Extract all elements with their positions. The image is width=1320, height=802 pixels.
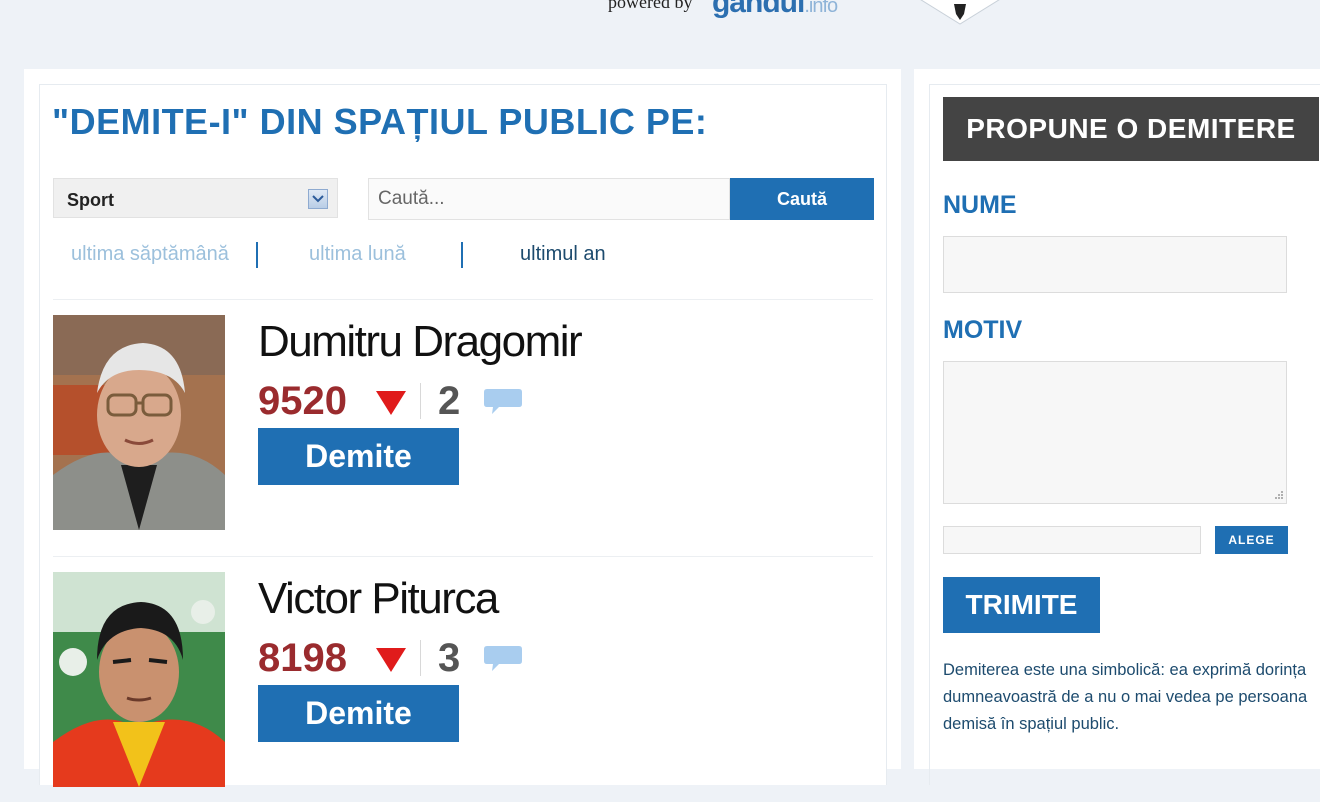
tie-icon — [920, 0, 1000, 25]
proposal-form: PROPUNE O DEMITERE NUME MOTIV ALEGE TRIM… — [929, 84, 1320, 785]
person-card: Victor Piturca 8198 3 Demite — [53, 572, 873, 802]
ranking-panel: "DEMITE-I" DIN SPAȚIUL PUBLIC PE: Sport … — [24, 69, 901, 787]
form-note: Demiterea este una simbolică: ea exprimă… — [943, 661, 1308, 733]
comment-bubble-icon[interactable] — [483, 644, 523, 674]
person-stats: 9520 2 — [258, 379, 658, 423]
search-input[interactable] — [368, 178, 730, 220]
divider — [53, 299, 873, 300]
period-last-year[interactable]: ultimul an — [520, 243, 606, 266]
motiv-field[interactable] — [943, 361, 1287, 504]
powered-by-text: powered by — [608, 0, 693, 12]
person-name[interactable]: Dumitru Dragomir — [258, 317, 583, 367]
stat-separator — [420, 640, 421, 676]
dismiss-count: 8198 — [258, 636, 347, 680]
person-photo[interactable] — [53, 572, 225, 787]
search-button[interactable]: Caută — [730, 178, 874, 220]
thumb-down-arrow-icon — [376, 391, 406, 415]
comment-count[interactable]: 3 — [438, 636, 460, 681]
demite-button[interactable]: Demite — [258, 428, 459, 485]
top-bar: powered by gândul.info — [0, 0, 1320, 30]
page-title: "DEMITE-I" DIN SPAȚIUL PUBLIC PE: — [52, 101, 708, 142]
nume-field[interactable] — [943, 236, 1287, 293]
person-card: Dumitru Dragomir 9520 2 Demite — [53, 315, 873, 545]
motiv-label: MOTIV — [943, 316, 1023, 344]
resize-grip-icon[interactable] — [1274, 490, 1284, 500]
form-title: PROPUNE O DEMITERE — [943, 97, 1319, 161]
nume-label: NUME — [943, 191, 1017, 219]
stat-separator — [420, 383, 421, 419]
period-separator — [461, 242, 463, 268]
person-name[interactable]: Victor Piturca — [258, 574, 499, 624]
trimite-button[interactable]: TRIMITE — [943, 577, 1100, 633]
period-separator — [256, 242, 258, 268]
dismiss-count: 9520 — [258, 379, 347, 423]
proposal-panel: PROPUNE O DEMITERE NUME MOTIV ALEGE TRIM… — [914, 69, 1320, 785]
comment-bubble-icon[interactable] — [483, 387, 523, 417]
brand-tld: .info — [804, 0, 838, 17]
comment-count[interactable]: 2 — [438, 379, 460, 424]
thumb-down-arrow-icon — [376, 648, 406, 672]
period-filter: ultima săptămână ultima lună ultimul an — [40, 240, 880, 270]
brand-logo[interactable]: gândul.info — [712, 0, 838, 20]
category-selected-value: Sport — [67, 190, 114, 210]
person-stats: 8198 3 — [258, 636, 658, 680]
person-photo[interactable] — [53, 315, 225, 530]
demite-button[interactable]: Demite — [258, 685, 459, 742]
file-path-field[interactable] — [943, 526, 1201, 554]
alege-button[interactable]: ALEGE — [1215, 526, 1288, 554]
period-last-month[interactable]: ultima lună — [309, 243, 406, 266]
period-last-week[interactable]: ultima săptămână — [71, 243, 229, 266]
category-select[interactable]: Sport — [53, 178, 338, 218]
divider — [53, 556, 873, 557]
brand-name: gândul — [712, 0, 805, 19]
ranking-content: "DEMITE-I" DIN SPAȚIUL PUBLIC PE: Sport … — [39, 84, 887, 787]
chevron-down-icon[interactable] — [308, 189, 328, 209]
